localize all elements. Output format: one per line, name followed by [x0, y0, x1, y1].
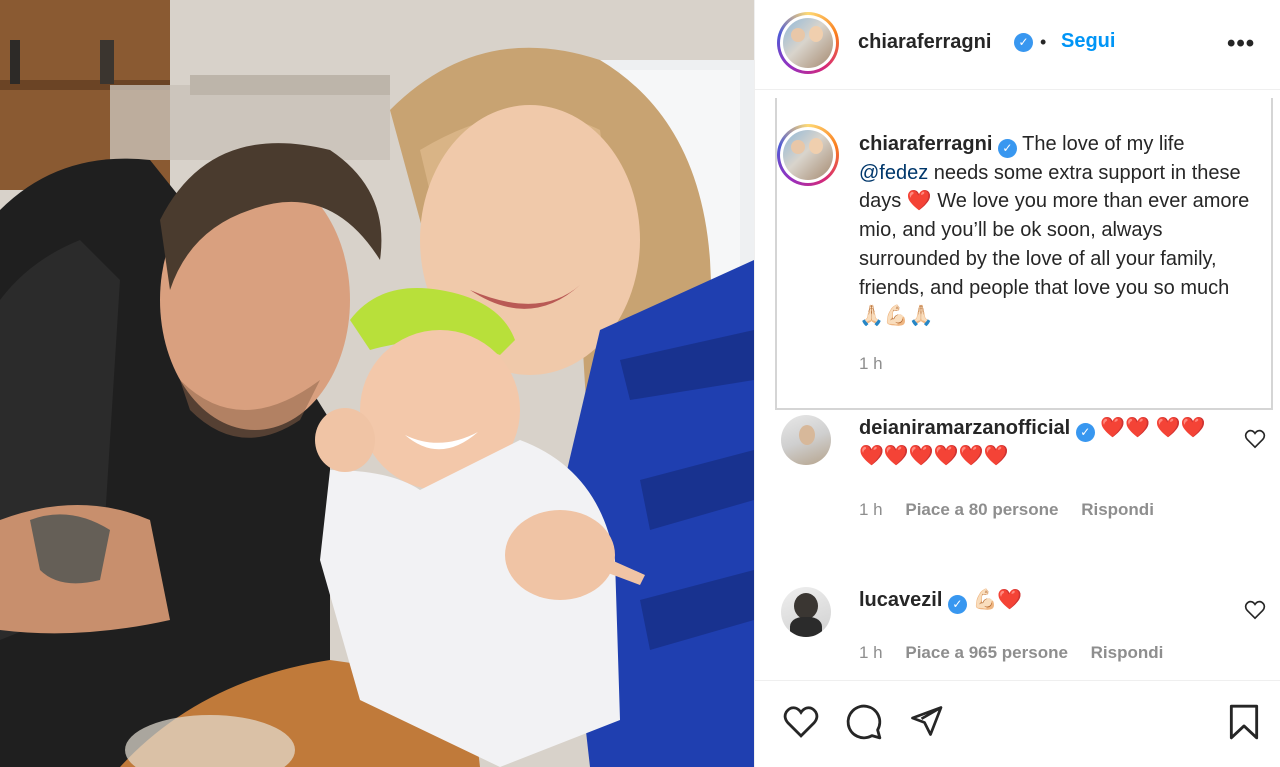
author-avatar[interactable] — [777, 12, 839, 74]
actions-divider — [755, 680, 1280, 681]
caption-emojis: 🙏🏻💪🏻🙏🏻 — [859, 305, 934, 328]
author-username[interactable]: chiaraferragni — [858, 31, 991, 54]
comment-username[interactable]: lucavezil — [859, 589, 942, 611]
comment-icon[interactable] — [845, 703, 883, 741]
verified-icon: ✓ — [1075, 423, 1095, 442]
caption-avatar[interactable] — [777, 124, 839, 186]
verified-icon: ✓ — [997, 139, 1017, 158]
share-icon[interactable] — [908, 703, 944, 739]
comment-likes[interactable]: Piace a 965 persone — [905, 643, 1068, 662]
bookmark-icon[interactable] — [1227, 703, 1261, 741]
post-photo[interactable] — [0, 0, 754, 767]
caption-text: chiaraferragni ✓ The love of my life @fe… — [859, 130, 1259, 331]
comment-text: deianiramarzanofficial ✓ ❤️❤️ ❤️❤️❤️❤️❤️… — [859, 414, 1209, 470]
post-header: chiaraferragni ✓ • Segui ••• — [755, 0, 1280, 90]
caption-time[interactable]: 1 h — [859, 354, 883, 374]
comment-avatar[interactable] — [781, 587, 831, 637]
comment-text: lucavezil ✓ 💪🏻❤️ — [859, 586, 1209, 614]
comment-likes[interactable]: Piace a 80 persone — [905, 500, 1058, 519]
photo-illustration — [0, 0, 754, 767]
verified-icon: ✓ — [947, 595, 967, 614]
comment-like-icon[interactable] — [1244, 429, 1266, 449]
comment-meta: 1 h Piace a 80 persone Rispondi — [859, 500, 1172, 520]
reply-button[interactable]: Rispondi — [1091, 643, 1164, 662]
comment-avatar[interactable] — [781, 415, 831, 465]
caption-part1: The love of my life — [1022, 133, 1185, 155]
caption-heart: ❤️ — [906, 190, 932, 213]
comment-body: 💪🏻❤️ — [972, 589, 1023, 611]
comment-time[interactable]: 1 h — [859, 643, 883, 662]
comment-time[interactable]: 1 h — [859, 500, 883, 519]
more-options-icon[interactable]: ••• — [1227, 30, 1255, 58]
follow-button[interactable]: Segui — [1061, 30, 1115, 53]
verified-icon: ✓ — [1014, 33, 1033, 52]
separator-dot: • — [1040, 32, 1047, 52]
comment-like-icon[interactable] — [1244, 600, 1266, 620]
post-panel: chiaraferragni ✓ • Segui ••• chiaraferra… — [754, 0, 1280, 767]
comment-username[interactable]: deianiramarzanofficial — [859, 417, 1070, 439]
comment-meta: 1 h Piace a 965 persone Rispondi — [859, 643, 1181, 663]
caption-mention[interactable]: @fedez — [859, 162, 928, 184]
like-icon[interactable] — [782, 705, 820, 739]
reply-button[interactable]: Rispondi — [1081, 500, 1154, 519]
caption-username[interactable]: chiaraferragni — [859, 133, 992, 155]
